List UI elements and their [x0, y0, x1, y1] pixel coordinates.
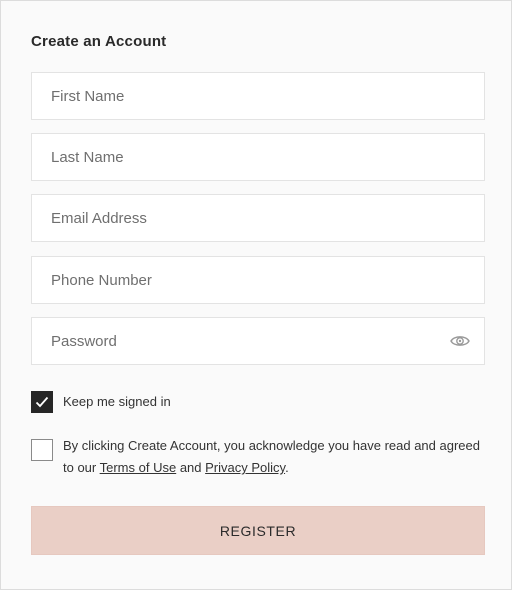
create-account-card: Create an Account Keep me signed in By c… — [0, 0, 512, 590]
email-field — [31, 194, 485, 242]
email-input[interactable] — [32, 195, 484, 241]
last-name-input[interactable] — [32, 134, 484, 180]
consent-text-after: . — [285, 460, 289, 475]
password-field — [31, 317, 485, 365]
first-name-input[interactable] — [32, 73, 484, 119]
consent-text: By clicking Create Account, you acknowle… — [63, 435, 483, 479]
keep-signed-in-label: Keep me signed in — [63, 394, 171, 409]
privacy-policy-link[interactable]: Privacy Policy — [205, 460, 285, 475]
consent-text-between: and — [176, 460, 206, 475]
form-title: Create an Account — [31, 33, 167, 50]
phone-input[interactable] — [32, 257, 484, 303]
register-button[interactable]: REGISTER — [31, 506, 485, 555]
password-input[interactable] — [32, 318, 484, 364]
consent-checkbox[interactable] — [31, 439, 53, 461]
checkmark-icon — [35, 396, 49, 408]
keep-signed-in-checkbox[interactable] — [31, 391, 53, 413]
phone-field — [31, 256, 485, 304]
eye-icon[interactable] — [450, 333, 470, 349]
first-name-field — [31, 72, 485, 120]
last-name-field — [31, 133, 485, 181]
terms-of-use-link[interactable]: Terms of Use — [100, 460, 177, 475]
